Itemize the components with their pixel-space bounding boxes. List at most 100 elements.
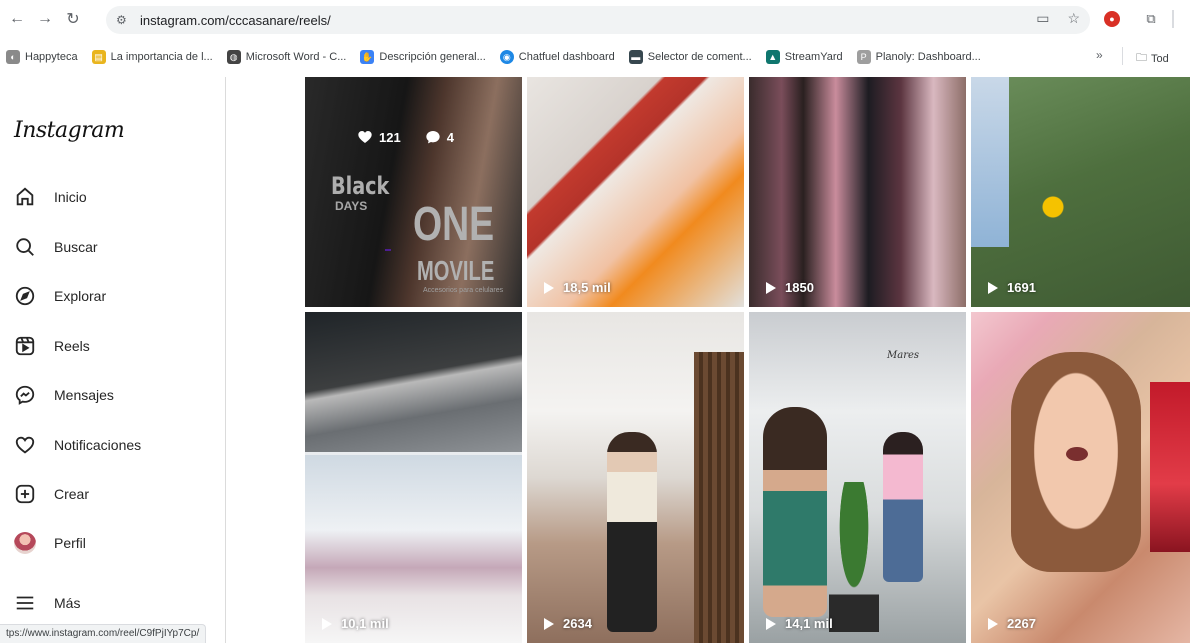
address-bar[interactable]: ⚙ instagram.com/cccasanare/reels/ ▭ ☆: [106, 6, 1090, 34]
heart-icon: [15, 436, 35, 454]
bookmark-label: Chatfuel dashboard: [518, 51, 615, 63]
play-icon: [988, 617, 998, 630]
bookmark-star-icon[interactable]: ☆: [1067, 10, 1080, 27]
reel-tile[interactable]: 2267: [971, 312, 1190, 643]
create-icon: [15, 484, 35, 504]
comments-count: 4: [425, 129, 454, 145]
views-value: 1691: [1007, 280, 1036, 295]
instagram-logo[interactable]: Instagram: [14, 118, 125, 143]
chatfuel-favicon-icon: ◉: [499, 50, 514, 64]
bookmark-item[interactable]: ◐ Happyteca: [6, 50, 78, 64]
reel-stats: 121 4: [357, 129, 454, 145]
hover-overlay: [305, 77, 522, 307]
sidebar-item-mensajes[interactable]: Mensajes: [14, 380, 214, 410]
thumbnail-plant: [829, 482, 879, 632]
sidebar-item-label: Reels: [54, 338, 90, 354]
compass-icon: [15, 286, 35, 306]
all-bookmarks-label: Tod: [1151, 52, 1169, 65]
instagram-sidebar: Instagram Inicio Buscar Explorar Reels M…: [0, 77, 226, 643]
sidebar-item-label: Buscar: [54, 239, 98, 255]
sidebar-item-perfil[interactable]: Perfil: [14, 528, 214, 558]
reel-tile[interactable]: 1850: [749, 77, 966, 307]
views-value: 10,1 mil: [341, 616, 389, 631]
play-icon: [988, 281, 998, 294]
cast-icon[interactable]: ▭: [1036, 10, 1049, 27]
sidebar-item-label: Explorar: [54, 288, 107, 304]
toolbar-divider: [1172, 10, 1174, 28]
thumbnail-wall: [694, 352, 744, 643]
view-count: 1691: [987, 280, 1036, 295]
bookmark-label: Descripción general...: [379, 51, 486, 63]
link-status-tooltip: tps://www.instagram.com/reel/C9fPjIYp7Cp…: [0, 624, 207, 643]
bookmark-item[interactable]: ◍ Microsoft Word - C...: [226, 50, 347, 64]
views-value: 2634: [563, 616, 592, 631]
reel-tile[interactable]: Black DAYS ONE MOVILE Accesorios para ce…: [305, 77, 522, 307]
extension-red-icon[interactable]: ●: [1104, 11, 1120, 27]
avatar: [14, 532, 36, 554]
bookmark-favicon-icon: ◐: [6, 50, 20, 64]
folder-favicon-icon: ▤: [91, 50, 106, 64]
folder-icon: 🗀: [1136, 52, 1147, 64]
bookmarks-divider: [1122, 47, 1123, 65]
thumbnail-face: [1011, 352, 1141, 572]
sidebar-item-mas[interactable]: Más: [14, 588, 214, 618]
streamyard-favicon-icon: ▲: [765, 50, 780, 64]
play-icon: [766, 281, 776, 294]
bookmark-item[interactable]: P Planoly: Dashboard...: [856, 50, 981, 64]
sidebar-item-notificaciones[interactable]: Notificaciones: [14, 430, 214, 460]
thumbnail-figure: [607, 432, 657, 632]
likes-count: 121: [357, 129, 401, 145]
bookmark-item[interactable]: ✋ Descripción general...: [360, 50, 486, 64]
thumbnail-figure: [971, 77, 1009, 247]
back-icon[interactable]: ←: [6, 8, 28, 30]
reel-tile[interactable]: Mares 14,1 mil: [749, 312, 966, 643]
thumbnail-frame-bottom: [305, 455, 522, 643]
reels-icon: [15, 336, 35, 356]
sidebar-item-crear[interactable]: Crear: [14, 479, 214, 509]
sidebar-item-explorar[interactable]: Explorar: [14, 281, 214, 311]
comments-value: 4: [446, 129, 454, 145]
thumbnail-mouth: [1066, 447, 1088, 461]
all-bookmarks-button[interactable]: 🗀 Tod: [1136, 49, 1169, 68]
sidebar-item-buscar[interactable]: Buscar: [14, 232, 214, 262]
reel-tile[interactable]: 2634: [527, 312, 744, 643]
bookmark-item[interactable]: ▤ La importancia de l...: [91, 50, 213, 64]
thumbnail-clothes: [1150, 382, 1190, 552]
play-icon: [322, 617, 332, 630]
view-count: 2267: [987, 616, 1036, 631]
play-icon: [544, 281, 554, 294]
thumbnail-figure: [763, 407, 827, 617]
sidebar-item-label: Inicio: [54, 189, 87, 205]
views-value: 14,1 mil: [785, 616, 833, 631]
sidebar-item-label: Perfil: [54, 535, 86, 551]
bookmark-item[interactable]: ▲ StreamYard: [765, 50, 843, 64]
reload-icon[interactable]: ↻: [62, 8, 84, 30]
bookmark-label: Planoly: Dashboard...: [875, 51, 981, 63]
sidebar-item-reels[interactable]: Reels: [14, 331, 214, 361]
bookmark-item[interactable]: ◉ Chatfuel dashboard: [499, 50, 615, 64]
browser-toolbar: ← → ↻ ⚙ instagram.com/cccasanare/reels/ …: [0, 0, 1190, 38]
address-url: instagram.com/cccasanare/reels/: [140, 12, 331, 28]
reel-tile[interactable]: 10,1 mil: [305, 312, 522, 643]
forward-icon[interactable]: →: [34, 8, 56, 30]
view-count: 1850: [765, 280, 814, 295]
views-value: 1850: [785, 280, 814, 295]
menu-icon: [16, 596, 34, 610]
site-info-icon[interactable]: ⚙: [116, 13, 134, 27]
bookmark-label: Happyteca: [25, 51, 78, 63]
thumbnail-frame-top: [305, 312, 522, 452]
sidebar-item-label: Crear: [54, 486, 90, 502]
reel-tile[interactable]: 1691: [971, 77, 1190, 307]
reel-tile[interactable]: 18,5 mil: [527, 77, 744, 307]
bookmark-label: Selector de coment...: [647, 51, 752, 63]
home-icon: [16, 187, 34, 206]
bookmark-item[interactable]: ▬ Selector de coment...: [628, 50, 752, 64]
sidebar-item-inicio[interactable]: Inicio: [14, 182, 214, 212]
bookmark-label: Microsoft Word - C...: [245, 51, 347, 63]
extensions-icon[interactable]: ⧉: [1142, 10, 1160, 28]
planoly-favicon-icon: P: [856, 50, 871, 64]
bookmarks-overflow-button[interactable]: »: [1096, 48, 1103, 62]
view-count: 14,1 mil: [765, 616, 833, 631]
likes-value: 121: [379, 129, 401, 145]
messenger-icon: [15, 385, 35, 405]
